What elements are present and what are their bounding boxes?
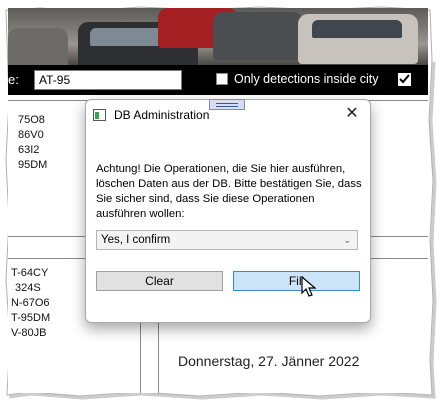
clear-button[interactable]: Clear <box>96 271 223 291</box>
mouse-pointer-icon <box>301 276 317 297</box>
list-item[interactable]: 95DM <box>18 158 47 173</box>
plate-field-label: e: <box>8 72 19 87</box>
list-item[interactable]: N-67O6 <box>11 296 50 311</box>
confirm-select[interactable]: Yes, I confirm ⌄ <box>96 230 358 250</box>
close-icon[interactable]: ✕ <box>341 104 363 124</box>
list-item[interactable]: 63I2 <box>18 143 47 158</box>
list-item[interactable]: V-80JB <box>11 326 50 341</box>
list-item[interactable]: 75O8 <box>18 113 47 128</box>
car-shape <box>213 12 303 60</box>
plate-list-top: 75O8 86V0 63I2 95DM <box>18 113 47 173</box>
app-icon <box>93 109 106 121</box>
plate-search-input[interactable]: AT-95 <box>34 70 182 90</box>
divider <box>140 318 141 393</box>
db-administration-dialog: DB Administration ✕ Achtung! Die Operati… <box>85 99 371 323</box>
list-item[interactable]: T-64CY <box>11 266 50 281</box>
car-shape <box>8 28 68 68</box>
checkmark-icon <box>399 74 410 84</box>
car-shape <box>298 14 418 64</box>
confirm-select-value: Yes, I confirm <box>101 234 171 246</box>
fill-button[interactable]: Fill <box>233 271 360 291</box>
warning-message: Achtung! Die Operationen, die Sie hier a… <box>96 163 362 220</box>
camera-photo-strip <box>8 8 428 68</box>
list-item[interactable]: 324S <box>11 281 50 296</box>
date-label: Donnerstag, 27. Jänner 2022 <box>178 353 360 369</box>
plate-list-bottom: T-64CY 324S N-67O6 T-95DM V-80JB <box>11 266 50 341</box>
divider <box>158 318 159 393</box>
filter-toolbar: e: AT-95 Only detections inside city <box>8 65 428 95</box>
list-item[interactable]: T-95DM <box>11 311 50 326</box>
drag-grip-handle[interactable] <box>209 99 245 110</box>
list-item[interactable]: 86V0 <box>18 128 47 143</box>
dialog-title: DB Administration <box>114 108 210 122</box>
only-inside-city-label: Only detections inside city <box>234 72 379 86</box>
only-inside-city-checkbox[interactable] <box>216 73 228 85</box>
chevron-down-icon: ⌄ <box>343 235 351 245</box>
secondary-checkbox[interactable] <box>398 73 411 86</box>
